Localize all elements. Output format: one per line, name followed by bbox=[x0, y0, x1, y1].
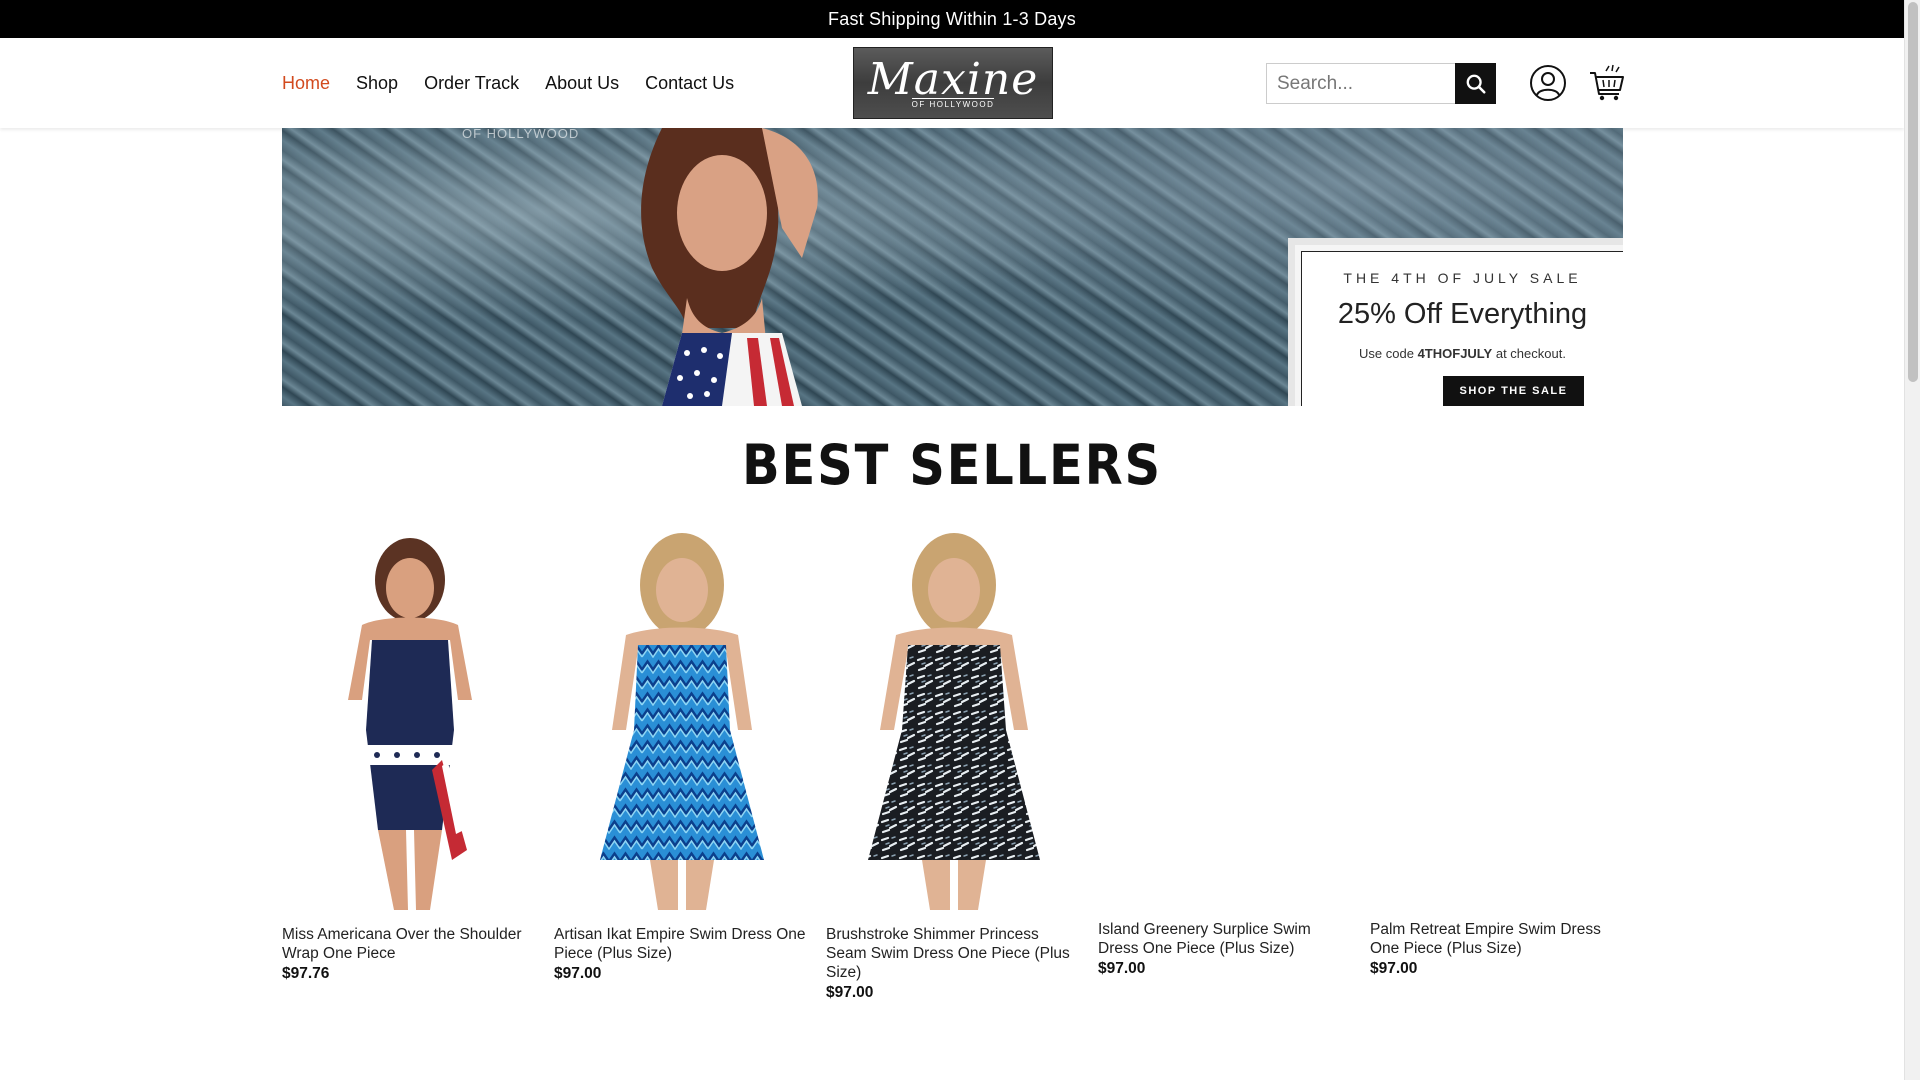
product-image[interactable] bbox=[1098, 530, 1352, 910]
announcement-text: Fast Shipping Within 1-3 Days bbox=[828, 8, 1076, 29]
product-price: $97.00 bbox=[1098, 960, 1146, 977]
search-button[interactable] bbox=[1455, 63, 1496, 104]
scrollbar-thumb[interactable] bbox=[1908, 2, 1918, 382]
product-card[interactable]: Palm Retreat Empire Swim Dress One Piece… bbox=[1370, 530, 1624, 1002]
product-card[interactable]: Brushstroke Shimmer Princess Seam Swim D… bbox=[826, 530, 1080, 1002]
shop-the-sale-button[interactable]: SHOP THE SALE bbox=[1443, 376, 1584, 406]
product-image[interactable] bbox=[554, 530, 808, 910]
promo-code: 4THOFJULY bbox=[1417, 346, 1493, 361]
logo-subtitle: OF HOLLYWOOD bbox=[911, 97, 995, 109]
sale-promo-card: THE 4TH OF JULY SALE 25% Off Everything … bbox=[1288, 238, 1623, 406]
product-image[interactable] bbox=[1370, 530, 1624, 910]
logo-script: Maxine bbox=[867, 53, 1039, 105]
user-icon[interactable] bbox=[1529, 64, 1567, 102]
product-image[interactable] bbox=[826, 530, 1080, 910]
product-name[interactable]: Palm Retreat Empire Swim Dress One Piece… bbox=[1370, 920, 1624, 958]
nav-about-us[interactable]: About Us bbox=[545, 73, 619, 94]
product-price: $97.76 bbox=[282, 965, 330, 982]
announcement-bar: Fast Shipping Within 1-3 Days bbox=[0, 0, 1904, 38]
hero-banner[interactable]: OF HOLLYWOOD THE 4TH OF JULY SALE 25% Of… bbox=[282, 128, 1623, 406]
product-card[interactable]: Artisan Ikat Empire Swim Dress One Piece… bbox=[554, 530, 808, 1002]
product-price: $97.00 bbox=[826, 984, 874, 1001]
promo-code-text: Use code 4THOFJULY at checkout. bbox=[1359, 346, 1566, 361]
product-card[interactable]: Miss Americana Over the Shoulder Wrap On… bbox=[282, 530, 536, 1002]
cart-icon[interactable] bbox=[1589, 64, 1625, 102]
best-sellers-heading: BEST SELLERS bbox=[742, 433, 1162, 497]
hero-model-image bbox=[641, 128, 818, 406]
nav-home[interactable]: Home bbox=[282, 73, 330, 94]
product-name[interactable]: Miss Americana Over the Shoulder Wrap On… bbox=[282, 925, 536, 963]
product-name[interactable]: Brushstroke Shimmer Princess Seam Swim D… bbox=[826, 925, 1080, 982]
product-price: $97.00 bbox=[554, 965, 602, 982]
nav-order-track[interactable]: Order Track bbox=[424, 73, 519, 94]
search-form bbox=[1266, 63, 1496, 104]
hero-watermark: OF HOLLYWOOD bbox=[462, 128, 580, 141]
page-scrollbar[interactable] bbox=[1904, 0, 1920, 1080]
product-price: $97.00 bbox=[1370, 960, 1418, 977]
promo-eyebrow: THE 4TH OF JULY SALE bbox=[1343, 270, 1582, 286]
best-sellers-grid: Miss Americana Over the Shoulder Wrap On… bbox=[282, 530, 1624, 1002]
product-card[interactable]: Island Greenery Surplice Swim Dress One … bbox=[1098, 530, 1352, 1002]
product-name[interactable]: Island Greenery Surplice Swim Dress One … bbox=[1098, 920, 1352, 958]
nav-shop[interactable]: Shop bbox=[356, 73, 398, 94]
promo-headline: 25% Off Everything bbox=[1337, 298, 1588, 330]
site-header: Home Shop Order Track About Us Contact U… bbox=[0, 38, 1904, 128]
search-input[interactable] bbox=[1266, 63, 1455, 104]
product-image[interactable] bbox=[282, 530, 536, 910]
site-logo[interactable]: Maxine OF HOLLYWOOD bbox=[853, 47, 1053, 119]
search-icon bbox=[1466, 74, 1486, 94]
nav-contact-us[interactable]: Contact Us bbox=[645, 73, 734, 94]
product-name[interactable]: Artisan Ikat Empire Swim Dress One Piece… bbox=[554, 925, 808, 963]
main-nav: Home Shop Order Track About Us Contact U… bbox=[282, 38, 734, 128]
